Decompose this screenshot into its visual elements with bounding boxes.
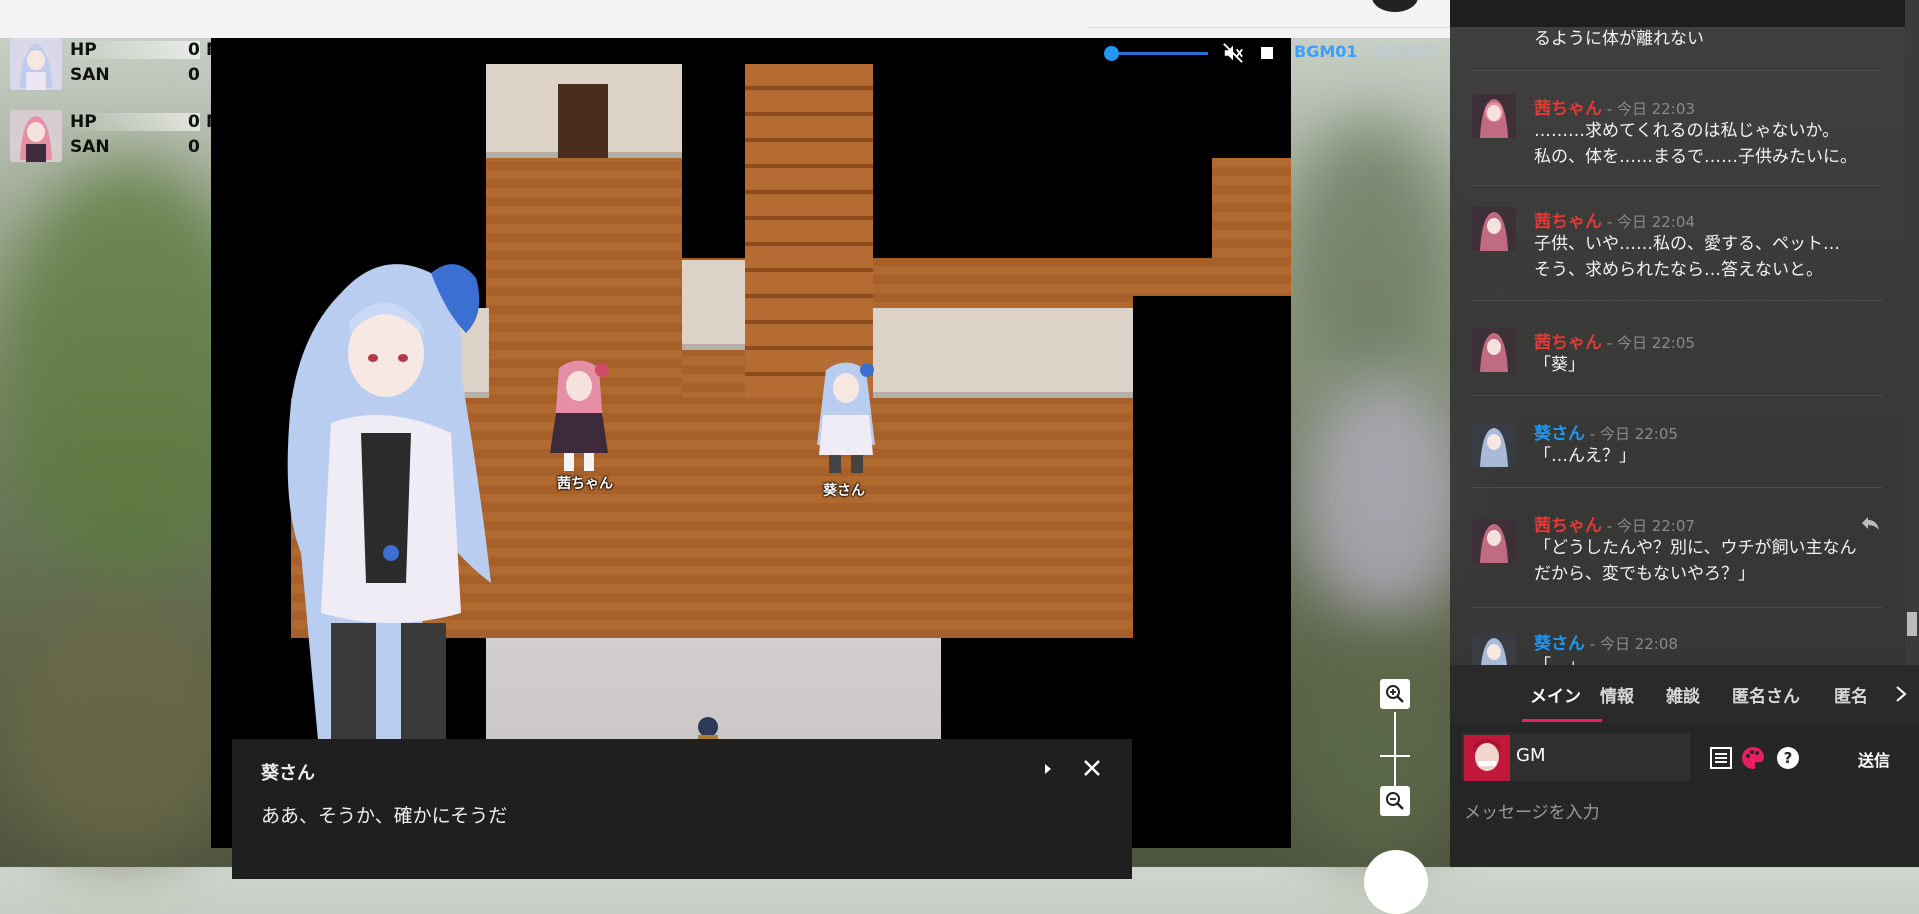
chat-message[interactable]: 茜ちゃん - 今日 22:05 「葵」 — [1472, 300, 1882, 396]
void-east — [1133, 296, 1291, 848]
active-tab-indicator — [1522, 719, 1602, 722]
message-text: るように体が離れない — [1534, 29, 1704, 49]
door[interactable] — [558, 84, 608, 158]
chat-message[interactable]: 葵さん - 今日 22:05 「…んえ？」 — [1472, 395, 1882, 488]
background-ground — [0, 600, 240, 860]
close-icon[interactable] — [1079, 755, 1105, 781]
akane-avatar-icon — [1472, 328, 1516, 372]
tab-main[interactable]: メイン — [1530, 682, 1581, 707]
reply-icon[interactable] — [1860, 515, 1880, 531]
palette-icon[interactable] — [1740, 745, 1766, 771]
chat-message[interactable]: 茜ちゃん - 今日 22:07 「どうしたんや？別に、ウチが飼い主なん だから、… — [1472, 487, 1882, 608]
floating-action-button[interactable] — [1364, 850, 1428, 914]
gm-avatar-icon[interactable] — [1464, 735, 1510, 781]
hp-label: HP — [70, 112, 97, 132]
hp-value: 0 — [188, 112, 200, 132]
akane-avatar-icon — [1472, 207, 1516, 251]
message-text: 「どうしたんや？別に、ウチが飼い主なん だから、変でもないやろ？」 — [1534, 538, 1857, 584]
akane-sprite[interactable] — [544, 358, 614, 473]
bgm02-tab[interactable]: BGM02 — [1375, 42, 1439, 61]
background-trees — [1290, 120, 1450, 380]
message-text: 「…んえ？」 — [1534, 446, 1636, 466]
help-icon[interactable]: ? — [1775, 745, 1801, 771]
message-composer: GM ? 送信 — [1450, 723, 1919, 867]
tab-anonymous-2[interactable]: 匿名 — [1834, 682, 1868, 707]
dialog-box[interactable]: 葵さん ああ、そうか、確かにそうだ — [232, 739, 1132, 879]
zoom-slider-handle[interactable] — [1380, 755, 1410, 757]
tab-info[interactable]: 情報 — [1600, 682, 1634, 707]
volume-mute-icon[interactable] — [1222, 42, 1244, 64]
chat-message[interactable]: 茜ちゃん - 今日 22:03 ………求めてくれるのは私じゃないか。 私の、体を… — [1472, 70, 1882, 186]
message-author: 茜ちゃん — [1534, 333, 1602, 353]
message-time: - 今日 22:04 — [1602, 213, 1695, 231]
message-author: 茜ちゃん — [1534, 212, 1602, 232]
zoom-in-button[interactable] — [1380, 679, 1410, 709]
svg-text:?: ? — [1784, 749, 1793, 767]
message-input[interactable] — [1462, 797, 1906, 829]
chevron-right-icon[interactable] — [1894, 685, 1908, 703]
san-value: 0 — [188, 65, 200, 85]
sender-name: GM — [1516, 745, 1546, 766]
message-text: ………求めてくれるのは私じゃないか。 私の、体を……まるで……子供みたいに。 — [1534, 121, 1857, 167]
dialog-text: ああ、そうか、確かにそうだ — [261, 805, 508, 827]
message-time: - 今日 22:07 — [1602, 517, 1695, 535]
staircase[interactable] — [745, 64, 873, 398]
send-button[interactable]: 送信 — [1858, 747, 1890, 771]
stop-icon[interactable] — [1261, 47, 1273, 59]
san-value: 0 — [188, 137, 200, 157]
message-author: 茜ちゃん — [1534, 516, 1602, 536]
zoom-slider-track[interactable] — [1394, 712, 1396, 786]
background-building — [1300, 380, 1470, 620]
message-time: - 今日 22:08 — [1585, 635, 1678, 653]
message-text: 子供、いや……私の、愛する、ペット… そう、求められたなら…答えないと。 — [1534, 234, 1840, 280]
top-bar — [0, 0, 1450, 38]
akane-avatar-icon — [1472, 519, 1516, 563]
chat-scrollbar-thumb[interactable] — [1907, 612, 1917, 636]
chat-message-partial: るように体が離れない — [1472, 18, 1882, 71]
chat-message[interactable]: 葵さん - 今日 22:08 「…」 — [1472, 607, 1882, 665]
aoi-sprite[interactable] — [811, 360, 881, 475]
message-author: 葵さん — [1534, 424, 1585, 444]
akane-name-label: 茜ちゃん — [557, 476, 613, 492]
list-icon[interactable] — [1708, 745, 1734, 771]
top-bar-divider — [1087, 27, 1450, 28]
chat-message[interactable]: 茜ちゃん - 今日 22:04 子供、いや……私の、愛する、ペット… そう、求め… — [1472, 185, 1882, 301]
aoi-name-label: 葵さん — [823, 483, 865, 499]
tab-anonymous-1[interactable]: 匿名さん — [1732, 682, 1800, 707]
san-label: SAN — [70, 65, 110, 85]
background-grass — [1290, 640, 1460, 860]
message-time: - 今日 22:05 — [1602, 334, 1695, 352]
wall-segment-east — [873, 308, 1133, 398]
hp-value: 0 — [188, 40, 200, 60]
game-map-canvas[interactable]: 茜ちゃん 葵さん — [211, 38, 1291, 848]
aoi-portrait-icon[interactable] — [10, 38, 62, 90]
message-time: - 今日 22:03 — [1602, 100, 1695, 118]
dialog-speaker: 葵さん — [261, 763, 315, 784]
zoom-in-icon — [1386, 685, 1404, 703]
zoom-out-icon — [1386, 792, 1404, 810]
chat-tab-bar: メイン 情報 雑談 匿名さん 匿名 — [1450, 665, 1919, 723]
zoom-out-button[interactable] — [1380, 786, 1410, 816]
tab-chat[interactable]: 雑談 — [1666, 682, 1700, 707]
message-text: 「…」 — [1534, 653, 1585, 665]
san-label: SAN — [70, 137, 110, 157]
message-author: 葵さん — [1534, 634, 1585, 654]
message-text: 「葵」 — [1534, 355, 1585, 375]
akane-avatar-icon — [1472, 94, 1516, 138]
message-author: 茜ちゃん — [1534, 99, 1602, 119]
volume-slider-handle[interactable] — [1104, 46, 1119, 61]
aoi-avatar-icon — [1472, 633, 1516, 665]
wall-segment — [682, 260, 748, 350]
chat-scrollbar[interactable] — [1905, 0, 1919, 665]
message-time: - 今日 22:05 — [1585, 425, 1678, 443]
hp-label: HP — [70, 40, 97, 60]
volume-slider-track[interactable] — [1112, 52, 1208, 55]
aoi-standing-illustration — [287, 264, 491, 773]
aoi-avatar-icon — [1472, 423, 1516, 467]
chat-panel: るように体が離れない 茜ちゃん - 今日 22:03 ………求めてくれるのは私じ… — [1450, 0, 1919, 867]
next-arrow-icon[interactable] — [1038, 759, 1058, 779]
bgm01-tab[interactable]: BGM01 — [1294, 42, 1358, 61]
akane-portrait-icon[interactable] — [10, 110, 62, 162]
